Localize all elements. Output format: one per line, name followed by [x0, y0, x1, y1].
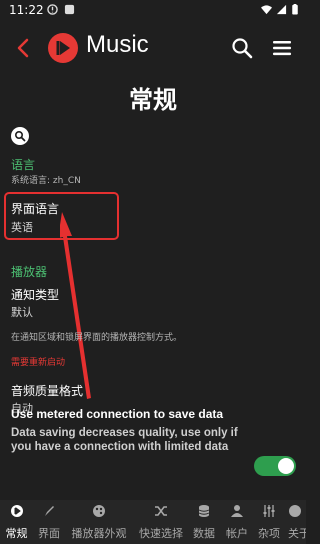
sliders-icon	[263, 505, 275, 517]
wifi-icon	[261, 5, 272, 15]
tab-about[interactable]: 关于	[288, 500, 306, 544]
back-arrow-icon[interactable]	[16, 38, 30, 58]
system-language-label: 系统语言: zh_CN	[11, 176, 81, 186]
app-logo-icon	[10, 505, 23, 517]
tab-general[interactable]: 常规	[0, 500, 33, 544]
audio-quality-title: 音频质量格式	[11, 384, 84, 398]
tab-account[interactable]: 帐户	[223, 500, 251, 544]
player-section-title: 播放器	[11, 265, 48, 279]
bottom-tab-bar: 常规 界面 播放器外观 快速选择 数据 帐户 杂项 关于	[0, 500, 306, 544]
tab-label: 数据	[193, 527, 215, 540]
language-section-title: 语言	[11, 158, 36, 172]
tab-label: 杂项	[258, 527, 280, 540]
settings-search-button[interactable]	[11, 127, 29, 145]
status-bar: 11:22	[0, 0, 306, 22]
square-notification-icon	[64, 4, 75, 15]
metered-connection-toggle[interactable]	[254, 456, 296, 476]
tab-quick-picks[interactable]: 快速选择	[135, 500, 187, 544]
app-bar: Music	[0, 28, 306, 68]
tab-misc[interactable]: 杂项	[255, 500, 283, 544]
signal-icon	[276, 4, 287, 15]
notification-type-title: 通知类型	[11, 288, 60, 302]
toggle-knob	[278, 458, 294, 474]
info-icon	[289, 505, 301, 517]
tab-interface[interactable]: 界面	[34, 500, 64, 544]
brush-icon	[45, 506, 54, 516]
page-title: 常规	[129, 86, 177, 114]
metered-connection-title: Use metered connection to save data	[11, 407, 224, 421]
database-icon	[198, 505, 210, 517]
person-icon	[231, 505, 243, 517]
metered-connection-description: Data saving decreases quality, use only …	[11, 427, 238, 453]
tab-data[interactable]: 数据	[190, 500, 218, 544]
tab-player-appearance[interactable]: 播放器外观	[67, 500, 131, 544]
annotation-arrow	[60, 212, 91, 399]
settings-screen: 11:22 Music 常规 语言 系统语言: zh_CN 界面语言 英语 播放…	[0, 0, 306, 544]
notification-icon	[47, 4, 58, 15]
palette-icon	[93, 505, 105, 517]
tab-label: 快速选择	[139, 527, 183, 540]
status-time: 11:22	[9, 3, 44, 17]
tab-label: 常规	[5, 527, 28, 540]
tab-label: 界面	[38, 527, 60, 540]
tab-label: 关于	[288, 527, 306, 540]
notification-type-description: 在通知区域和锁屏界面的播放器控制方式。	[11, 333, 183, 343]
shuffle-icon	[155, 506, 167, 516]
notification-type-value: 默认	[11, 306, 33, 319]
app-logo-icon	[48, 33, 78, 63]
app-title: Music	[86, 31, 149, 58]
search-icon[interactable]	[230, 36, 254, 60]
tab-label: 播放器外观	[71, 527, 127, 540]
search-icon	[14, 130, 26, 142]
tab-label: 帐户	[226, 527, 248, 540]
battery-icon	[292, 4, 298, 15]
menu-icon[interactable]	[272, 38, 292, 58]
restart-required-warning: 需要重新启动	[11, 358, 66, 368]
